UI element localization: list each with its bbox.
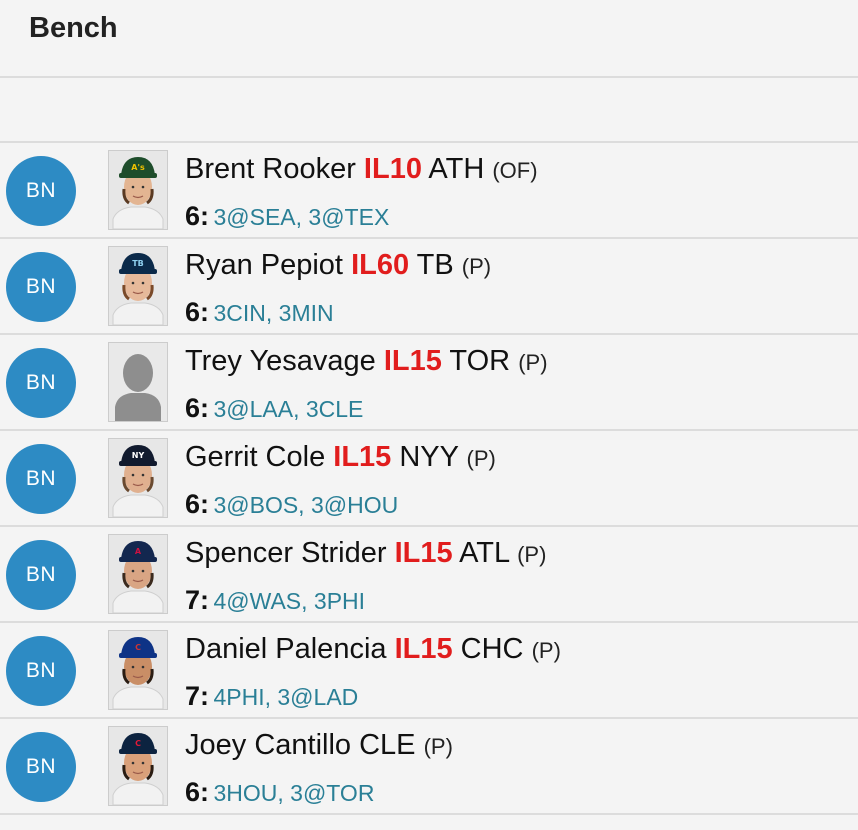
headshot-image <box>109 343 167 421</box>
games-count: 6: <box>185 777 210 807</box>
player-name-link[interactable]: Trey Yesavage <box>185 345 376 377</box>
injury-status: IL15 <box>383 345 442 377</box>
player-list: BN A's Brent Rooker IL10 ATH (OF) 6: 3@S… <box>0 143 858 815</box>
team-abbr: ATL <box>459 537 510 569</box>
player-position: (P) <box>461 254 492 279</box>
team-abbr: CHC <box>460 633 524 665</box>
bench-header: Bench <box>0 0 858 78</box>
svg-text:C: C <box>135 739 141 748</box>
team-abbr: ATH <box>428 153 485 185</box>
schedule-link[interactable]: 3CIN, 3MIN <box>213 300 333 326</box>
schedule-info: 7: 4@WAS, 3PHI <box>185 585 365 616</box>
games-count: 6: <box>185 489 210 519</box>
schedule-link[interactable]: 3@SEA, 3@TEX <box>213 204 389 230</box>
player-headshot: A's <box>108 150 168 230</box>
schedule-info: 7: 4PHI, 3@LAD <box>185 681 358 712</box>
player-name-link[interactable]: Brent Rooker <box>185 153 356 185</box>
games-count: 7: <box>185 585 210 615</box>
player-position: (P) <box>531 638 561 663</box>
player-position: (P) <box>517 542 547 567</box>
player-row[interactable]: BN C Daniel Palencia IL15 CHC (P) 7: 4PH… <box>0 623 858 719</box>
player-info: Trey Yesavage IL15 TOR (P) <box>185 345 548 378</box>
team-abbr: NYY <box>399 441 459 473</box>
svg-text:NY: NY <box>132 451 145 460</box>
svg-text:C: C <box>135 643 141 652</box>
schedule-info: 6: 3CIN, 3MIN <box>185 297 334 328</box>
headshot-image: C <box>109 727 167 805</box>
player-info: Daniel Palencia IL15 CHC (P) <box>185 633 561 666</box>
player-name-link[interactable]: Daniel Palencia <box>185 633 387 665</box>
player-name-link[interactable]: Ryan Pepiot <box>185 249 343 281</box>
games-count: 6: <box>185 393 210 423</box>
injury-status: IL15 <box>394 537 453 569</box>
player-headshot: NY <box>108 438 168 518</box>
player-name-link[interactable]: Gerrit Cole <box>185 441 325 473</box>
player-row[interactable]: BN A's Brent Rooker IL10 ATH (OF) 6: 3@S… <box>0 143 858 239</box>
player-row[interactable]: BN Trey Yesavage IL15 TOR (P) 6: 3@LAA, … <box>0 335 858 431</box>
header-spacer <box>0 78 858 143</box>
player-name-link[interactable]: Joey Cantillo <box>185 729 351 761</box>
team-abbr: TOR <box>449 345 511 377</box>
player-headshot: C <box>108 726 168 806</box>
player-row[interactable]: BN C Joey Cantillo CLE (P) 6: 3HOU, 3@TO… <box>0 719 858 815</box>
schedule-link[interactable]: 3HOU, 3@TOR <box>213 780 374 806</box>
team-abbr: TB <box>416 249 454 281</box>
injury-status: IL15 <box>394 633 453 665</box>
player-info: Brent Rooker IL10 ATH (OF) <box>185 153 538 186</box>
svg-text:TB: TB <box>132 259 144 268</box>
headshot-image: A <box>109 535 167 613</box>
lineup-slot-badge[interactable]: BN <box>6 348 76 418</box>
lineup-slot-badge[interactable]: BN <box>6 636 76 706</box>
schedule-link[interactable]: 3@BOS, 3@HOU <box>213 492 398 518</box>
player-info: Ryan Pepiot IL60 TB (P) <box>185 249 491 282</box>
player-row[interactable]: BN TB Ryan Pepiot IL60 TB (P) 6: 3CIN, 3… <box>0 239 858 335</box>
games-count: 7: <box>185 681 210 711</box>
headshot-image: TB <box>109 247 167 325</box>
schedule-link[interactable]: 4@WAS, 3PHI <box>213 588 365 614</box>
player-position: (P) <box>423 734 453 759</box>
headshot-image: NY <box>109 439 167 517</box>
lineup-slot-badge[interactable]: BN <box>6 252 76 322</box>
games-count: 6: <box>185 201 210 231</box>
team-abbr: CLE <box>359 729 416 761</box>
svg-text:A: A <box>135 547 142 556</box>
schedule-info: 6: 3@LAA, 3CLE <box>185 393 363 424</box>
player-info: Joey Cantillo CLE (P) <box>185 729 453 762</box>
schedule-info: 6: 3HOU, 3@TOR <box>185 777 374 808</box>
schedule-info: 6: 3@BOS, 3@HOU <box>185 489 398 520</box>
headshot-image: A's <box>109 151 167 229</box>
injury-status: IL10 <box>363 153 422 185</box>
games-count: 6: <box>185 297 210 327</box>
lineup-slot-badge[interactable]: BN <box>6 732 76 802</box>
player-headshot: A <box>108 534 168 614</box>
player-row[interactable]: BN A Spencer Strider IL15 ATL (P) 7: 4@W… <box>0 527 858 623</box>
player-info: Spencer Strider IL15 ATL (P) <box>185 537 546 570</box>
lineup-slot-badge[interactable]: BN <box>6 540 76 610</box>
player-headshot: TB <box>108 246 168 326</box>
injury-status: IL60 <box>351 249 410 281</box>
svg-text:A's: A's <box>131 163 145 172</box>
player-position: (OF) <box>492 158 538 183</box>
player-row[interactable]: BN NY Gerrit Cole IL15 NYY (P) 6: 3@BOS,… <box>0 431 858 527</box>
schedule-link[interactable]: 4PHI, 3@LAD <box>213 684 358 710</box>
lineup-slot-badge[interactable]: BN <box>6 156 76 226</box>
player-headshot: C <box>108 630 168 710</box>
section-title: Bench <box>29 12 118 44</box>
player-headshot <box>108 342 168 422</box>
player-name-link[interactable]: Spencer Strider <box>185 537 387 569</box>
player-info: Gerrit Cole IL15 NYY (P) <box>185 441 496 474</box>
headshot-image: C <box>109 631 167 709</box>
schedule-link[interactable]: 3@LAA, 3CLE <box>213 396 363 422</box>
player-position: (P) <box>518 350 548 375</box>
player-position: (P) <box>466 446 496 471</box>
lineup-slot-badge[interactable]: BN <box>6 444 76 514</box>
injury-status: IL15 <box>333 441 392 473</box>
schedule-info: 6: 3@SEA, 3@TEX <box>185 201 389 232</box>
